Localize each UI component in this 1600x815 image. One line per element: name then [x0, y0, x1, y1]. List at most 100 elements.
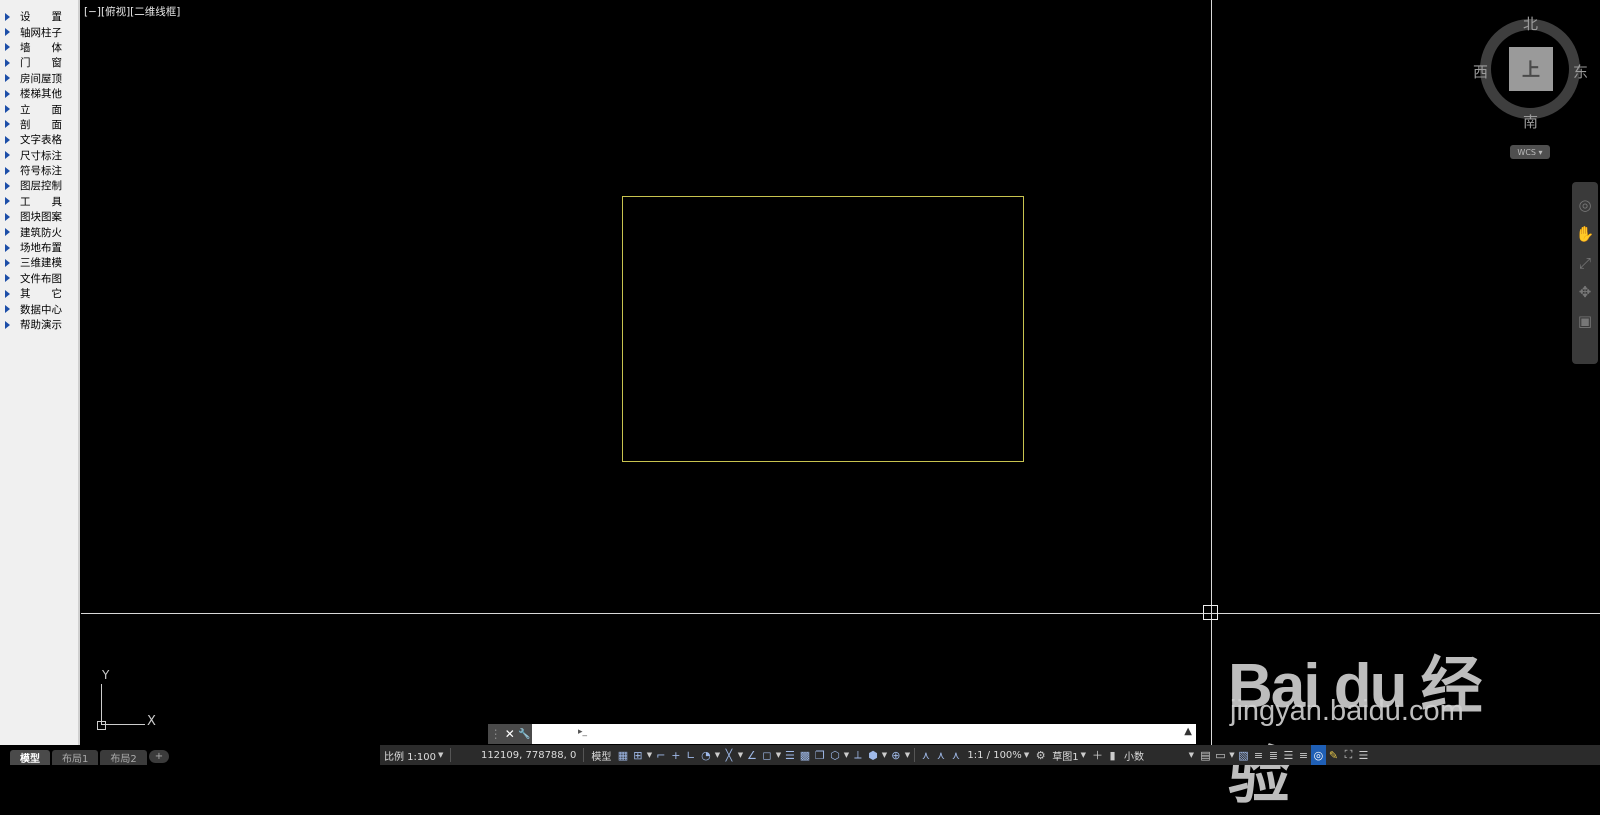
properties-icon[interactable]: ≡	[1296, 745, 1311, 765]
coordinates-readout[interactable]: 112109, 778788, 0	[454, 745, 580, 765]
fullscreen-icon[interactable]: ⛶	[1341, 745, 1356, 765]
chevron-down-icon[interactable]: ▼	[713, 745, 721, 765]
menu-item-site-layout[interactable]: 场地布置	[0, 240, 78, 255]
drawn-rectangle[interactable]	[622, 196, 1024, 462]
chevron-down-icon[interactable]: ▼	[880, 745, 888, 765]
steering-wheel-icon[interactable]: ◎	[1572, 190, 1598, 219]
expand-triangle-icon	[5, 74, 10, 83]
bar-icon[interactable]: ▮	[1105, 745, 1120, 765]
chevron-down-icon[interactable]: ▼	[774, 745, 782, 765]
annotation-scale-dropdown[interactable]: 1:1 / 100% ▼	[963, 745, 1033, 765]
workspace-dropdown[interactable]: 草图1 ▼	[1048, 745, 1090, 765]
object-snap-tracking-icon[interactable]: ∠	[744, 745, 759, 765]
gizmo-icon[interactable]: ⊕	[888, 745, 903, 765]
annotation-visibility-icon[interactable]: ⋏	[918, 745, 933, 765]
infer-constraints-icon[interactable]: ⌐	[653, 745, 668, 765]
isodraft-icon[interactable]: ╳	[721, 745, 736, 765]
menu-item-doors-windows[interactable]: 门 窗	[0, 55, 78, 70]
grid-icon[interactable]: ▦	[615, 745, 630, 765]
notification-icon[interactable]: ✎	[1326, 745, 1341, 765]
chevron-down-icon[interactable]: ▼	[842, 745, 850, 765]
tab-layout1[interactable]: 布局1	[52, 750, 99, 765]
menu-item-grid-columns[interactable]: 轴网柱子	[0, 24, 78, 39]
model-space-button[interactable]: 模型	[587, 745, 615, 765]
showmotion-icon[interactable]: ▣	[1572, 306, 1598, 335]
lineweight-icon[interactable]: ☰	[782, 745, 797, 765]
menu-item-layer-control[interactable]: 图层控制	[0, 178, 78, 193]
dynamic-input-icon[interactable]: +	[668, 745, 683, 765]
polar-tracking-icon[interactable]: ◔	[698, 745, 713, 765]
scale-dropdown[interactable]: 比例 1:100 ▼	[380, 745, 447, 765]
chevron-down-icon[interactable]: ▼	[645, 745, 653, 765]
units-dropdown[interactable]: 小数 ▼	[1120, 745, 1198, 765]
transparency-icon[interactable]: ▩	[797, 745, 812, 765]
plus-icon[interactable]: ＋	[1090, 745, 1105, 765]
customize-menu-icon[interactable]: ☰	[1356, 745, 1371, 765]
menu-item-section[interactable]: 剖 面	[0, 117, 78, 132]
chevron-down-icon[interactable]: ▼	[1228, 745, 1236, 765]
expand-triangle-icon	[5, 258, 10, 267]
chevron-down-icon[interactable]: ▼	[903, 745, 911, 765]
snap-icon[interactable]: ⊞	[630, 745, 645, 765]
annotation-scale-icon[interactable]: ⋏	[948, 745, 963, 765]
menu-item-elevation[interactable]: 立 面	[0, 101, 78, 116]
expand-triangle-icon	[5, 212, 10, 221]
close-icon[interactable]: ✕	[505, 727, 515, 741]
hardware-acceleration-icon[interactable]: ≡	[1251, 745, 1266, 765]
compass-east[interactable]: 东	[1573, 61, 1588, 82]
ucs-icon: Y X	[95, 668, 175, 738]
menu-item-walls[interactable]: 墙 体	[0, 40, 78, 55]
navbar-grip[interactable]	[1572, 182, 1598, 190]
viewcube-top-face[interactable]: 上	[1509, 47, 1553, 91]
selection-cycling-icon[interactable]: ❐	[812, 745, 827, 765]
tab-model[interactable]: 模型	[10, 750, 50, 765]
orbit-icon[interactable]: ✥	[1572, 277, 1598, 306]
zoom-extents-icon[interactable]: ⤢	[1572, 248, 1598, 277]
menu-item-3d-modeling[interactable]: 三维建模	[0, 255, 78, 270]
menu-item-fire-protection[interactable]: 建筑防火	[0, 224, 78, 239]
compass-north[interactable]: 北	[1523, 13, 1538, 34]
pan-icon[interactable]: ✋	[1572, 219, 1598, 248]
isolate-objects-icon[interactable]: ▧	[1236, 745, 1251, 765]
lock-ui-icon[interactable]: ▭	[1213, 745, 1228, 765]
menu-item-other[interactable]: 其 它	[0, 286, 78, 301]
globe-icon[interactable]: ◎	[1310, 745, 1326, 765]
compass-south[interactable]: 南	[1523, 111, 1538, 132]
command-history-arrow-icon[interactable]: ▲	[1184, 726, 1192, 737]
menu-item-symbols[interactable]: 符号标注	[0, 163, 78, 178]
menu-item-blocks-hatches[interactable]: 图块图案	[0, 209, 78, 224]
grip-handle[interactable]: ⋮	[490, 727, 502, 741]
layer-icon[interactable]: ☰	[1281, 745, 1296, 765]
chevron-down-icon[interactable]: ▼	[736, 745, 744, 765]
command-line-toolbar: ⋮ ✕ 🔧	[488, 724, 532, 744]
menu-item-help-demo[interactable]: 帮助演示	[0, 317, 78, 332]
3d-osnap-icon[interactable]: ⬡	[827, 745, 842, 765]
menu-item-settings[interactable]: 设 置	[0, 9, 78, 24]
dynamic-ucs-icon[interactable]: ⟂	[850, 745, 865, 765]
menu-item-tools[interactable]: 工 具	[0, 194, 78, 209]
tab-layout2[interactable]: 布局2	[100, 750, 147, 765]
menu-item-data-center[interactable]: 数据中心	[0, 301, 78, 316]
add-layout-button[interactable]: +	[148, 750, 170, 763]
auto-scale-icon[interactable]: ⋏	[933, 745, 948, 765]
menu-item-label: 房间屋顶	[20, 72, 62, 85]
menu-item-text-tables[interactable]: 文字表格	[0, 132, 78, 147]
wcs-menu-button[interactable]: WCS ▾	[1510, 145, 1550, 159]
gear-icon[interactable]: ⚙	[1033, 745, 1048, 765]
ortho-icon[interactable]: ∟	[683, 745, 698, 765]
object-snap-icon[interactable]: ◻	[759, 745, 774, 765]
menu-item-dimensions[interactable]: 尺寸标注	[0, 148, 78, 163]
viewcube[interactable]: 北 南 东 西 上 WCS ▾	[1470, 5, 1590, 170]
quick-properties-icon[interactable]: ▤	[1198, 745, 1213, 765]
menu-item-rooms-roofs[interactable]: 房间屋顶	[0, 71, 78, 86]
command-input[interactable]	[532, 724, 1196, 744]
selection-filter-icon[interactable]: ⬢	[865, 745, 880, 765]
command-prompt-icon[interactable]: ▸_	[578, 727, 596, 741]
wrench-icon[interactable]: 🔧	[518, 729, 530, 740]
clean-screen-icon[interactable]: ≣	[1266, 745, 1281, 765]
menu-item-file-layout[interactable]: 文件布图	[0, 271, 78, 286]
menu-item-stairs-other[interactable]: 楼梯其他	[0, 86, 78, 101]
compass-west[interactable]: 西	[1473, 61, 1488, 82]
viewport-controls-label[interactable]: [−][俯视][二维线框]	[84, 4, 180, 19]
expand-triangle-icon	[5, 12, 10, 21]
